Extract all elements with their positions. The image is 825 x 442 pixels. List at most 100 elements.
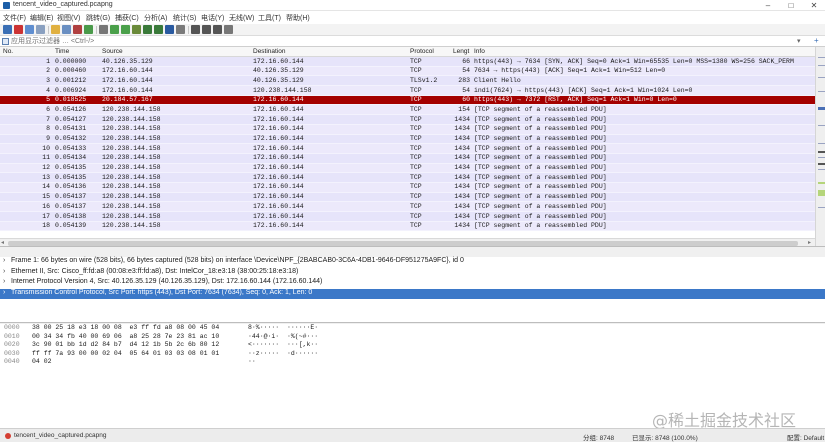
packet-info-cell: [TCP segment of a reassembled PDU] (474, 135, 607, 142)
bytes-ascii: ·· (248, 358, 256, 366)
column-info[interactable]: Info (474, 48, 485, 55)
column-protocol[interactable]: Protocol (410, 48, 434, 55)
go-forward-icon[interactable] (121, 25, 130, 34)
bytes-row[interactable]: 0010 00 34 34 fb 40 00 69 06 a8 25 28 7e … (0, 333, 825, 342)
zoom-out-icon[interactable] (202, 25, 211, 34)
packet-row[interactable]: 1 0.000000 40.126.35.129 172.16.60.144 TCP 66… (0, 57, 815, 67)
detail-tree-row[interactable]: › Internet Protocol Version 4, Src: 40.12… (0, 278, 825, 289)
display-filter-input[interactable] (11, 37, 791, 46)
open-file-icon[interactable] (51, 25, 60, 34)
menu-analyze[interactable]: 分析(A) (144, 13, 167, 23)
detail-tree-row[interactable]: › Frame 1: 66 bytes on wire (528 bits), 6… (0, 257, 825, 268)
column-no[interactable]: No. (3, 48, 13, 55)
bytes-row[interactable]: 0020 3c 90 01 bb 1d d2 84 b7 d4 12 1b 5b … (0, 341, 825, 350)
expand-arrow-icon[interactable]: › (3, 278, 5, 285)
packet-destination-cell: 172.16.60.144 (253, 144, 304, 152)
bytes-ascii: ·44·@·i· ·%(~#··· (248, 332, 319, 340)
go-to-packet-icon[interactable] (132, 25, 141, 34)
start-capture-icon[interactable] (3, 25, 12, 34)
packet-time-cell: 0.000460 (55, 67, 87, 75)
menu-statistics[interactable]: 统计(S) (173, 13, 196, 23)
packet-info-cell: Client Hello (474, 76, 521, 84)
restart-capture-icon[interactable] (25, 25, 34, 34)
close-icon[interactable]: ✕ (803, 0, 825, 11)
packet-row[interactable]: 13 0.054135 120.238.144.158 172.16.60.144 TC… (0, 173, 815, 183)
packet-row[interactable]: 7 0.054127 120.238.144.158 172.16.60.144 TCP… (0, 115, 815, 125)
colorize-icon[interactable] (176, 25, 185, 34)
packet-row[interactable]: 6 0.054126 120.238.144.158 172.16.60.144 TCP… (0, 105, 815, 116)
packet-row[interactable]: 17 0.054138 120.238.144.158 172.16.60.144 TC… (0, 212, 815, 222)
zoom-in-icon[interactable] (191, 25, 200, 34)
packet-list-hscrollbar[interactable]: ◂ ▸ (0, 238, 815, 246)
packet-row[interactable]: 4 0.006924 172.16.60.144 120.238.144.158 TCP… (0, 86, 815, 96)
packet-row[interactable]: 16 0.054137 120.238.144.158 172.16.60.144 TC… (0, 202, 815, 212)
bytes-hex: ff ff 7a 93 00 00 02 04 05 64 01 03 03 0… (32, 349, 220, 357)
minimize-icon[interactable]: – (757, 0, 779, 11)
column-time[interactable]: Time (55, 48, 69, 55)
packet-row[interactable]: 3 0.001212 172.16.60.144 40.126.35.129 TLSv1… (0, 76, 815, 87)
find-packet-icon[interactable] (99, 25, 108, 34)
packet-info-cell: [TCP segment of a reassembled PDU] (474, 183, 607, 191)
menu-file[interactable]: 文件(F) (3, 13, 26, 23)
packet-info-cell: [TCP segment of a reassembled PDU] (474, 212, 607, 220)
reload-file-icon[interactable] (84, 25, 93, 34)
packet-row[interactable]: 5 0.018525 20.184.57.167 172.16.60.144 TCP 60… (0, 95, 815, 106)
packet-source-cell: 172.16.60.144 (102, 76, 153, 84)
detail-tree-row[interactable]: › Ethernet II, Src: Cisco_ff:fd:a8 (00:08… (0, 268, 825, 279)
packet-row[interactable]: 8 0.054131 120.238.144.158 172.16.60.144 TCP… (0, 124, 815, 135)
packet-row[interactable]: 14 0.054136 120.238.144.158 172.16.60.144 TC… (0, 182, 815, 193)
packet-row[interactable]: 10 0.054133 120.238.144.158 172.16.60.144 TC… (0, 144, 815, 154)
autoscroll-icon[interactable] (165, 25, 174, 34)
menu-tools[interactable]: 工具(T) (258, 13, 281, 23)
packet-list-pane: No. Time Source Destination Protocol Len… (0, 47, 825, 247)
resize-columns-icon[interactable] (224, 25, 233, 34)
bytes-offset: 0030 (4, 349, 20, 357)
detail-tree-row[interactable]: › Transmission Control Protocol, Src Port… (0, 288, 825, 299)
bytes-row[interactable]: 0030 ff ff 7a 93 00 00 02 04 05 64 01 03 … (0, 350, 825, 359)
first-packet-icon[interactable] (143, 25, 152, 34)
menu-telephony[interactable]: 电话(Y) (201, 13, 224, 23)
expand-arrow-icon[interactable]: › (3, 289, 5, 296)
packet-row[interactable]: 15 0.054137 120.238.144.158 172.16.60.144 TC… (0, 192, 815, 203)
packet-info-cell: [TCP segment of a reassembled PDU] (474, 144, 607, 152)
last-packet-icon[interactable] (154, 25, 163, 34)
packet-row[interactable]: 18 0.054139 120.238.144.158 172.16.60.144 TC… (0, 221, 815, 232)
bytes-row[interactable]: 0040 04 02 ·· (0, 358, 825, 367)
close-file-icon[interactable] (73, 25, 82, 34)
packet-time-cell: 0.054127 (55, 115, 87, 123)
packet-info-cell: [TCP segment of a reassembled PDU] (474, 222, 607, 230)
save-file-icon[interactable] (62, 25, 71, 34)
menu-wireless[interactable]: 无线(W) (229, 13, 254, 23)
packet-row[interactable]: 12 0.054135 120.238.144.158 172.16.60.144 TC… (0, 163, 815, 174)
menu-help[interactable]: 帮助(H) (286, 13, 310, 23)
filter-bookmark-icon[interactable] (2, 38, 9, 45)
go-back-icon[interactable] (110, 25, 119, 34)
menu-capture[interactable]: 捕获(C) (115, 13, 139, 23)
packet-row[interactable]: 2 0.000460 172.16.60.144 40.126.35.129 TCP 54… (0, 66, 815, 77)
maximize-icon[interactable]: □ (780, 0, 802, 11)
column-source[interactable]: Source (102, 48, 123, 55)
bytes-row[interactable]: 0000 38 00 25 18 e3 18 00 08 e3 ff fd a8 … (0, 324, 825, 333)
expert-info-icon[interactable] (5, 433, 11, 439)
status-profile[interactable]: 配置: Default (787, 432, 824, 442)
menu-edit[interactable]: 编辑(E) (30, 13, 53, 23)
menu-go[interactable]: 跳转(G) (86, 13, 110, 23)
filter-dropdown-icon[interactable]: ▾ (797, 37, 801, 45)
column-destination[interactable]: Destination (253, 48, 286, 55)
packet-list-minimap-scrollbar[interactable] (815, 47, 825, 246)
add-filter-button[interactable]: + (814, 36, 819, 45)
expand-arrow-icon[interactable]: › (3, 257, 5, 264)
column-length[interactable]: Lengt (453, 48, 469, 55)
normal-size-icon[interactable] (213, 25, 222, 34)
packet-row[interactable]: 9 0.054132 120.238.144.158 172.16.60.144 TCP… (0, 134, 815, 145)
packet-time-cell: 0.054133 (55, 144, 87, 152)
packet-row[interactable]: 11 0.054134 120.238.144.158 172.16.60.144 TC… (0, 153, 815, 164)
menu-view[interactable]: 视图(V) (57, 13, 80, 23)
expand-arrow-icon[interactable]: › (3, 268, 5, 275)
capture-options-icon[interactable] (36, 25, 45, 34)
packet-info-cell: [TCP segment of a reassembled PDU] (474, 193, 607, 201)
packet-info-cell: [TCP segment of a reassembled PDU] (474, 173, 607, 181)
packet-source-cell: 172.16.60.144 (102, 86, 153, 94)
stop-capture-icon[interactable] (14, 25, 23, 34)
bytes-hex: 04 02 (32, 358, 52, 366)
